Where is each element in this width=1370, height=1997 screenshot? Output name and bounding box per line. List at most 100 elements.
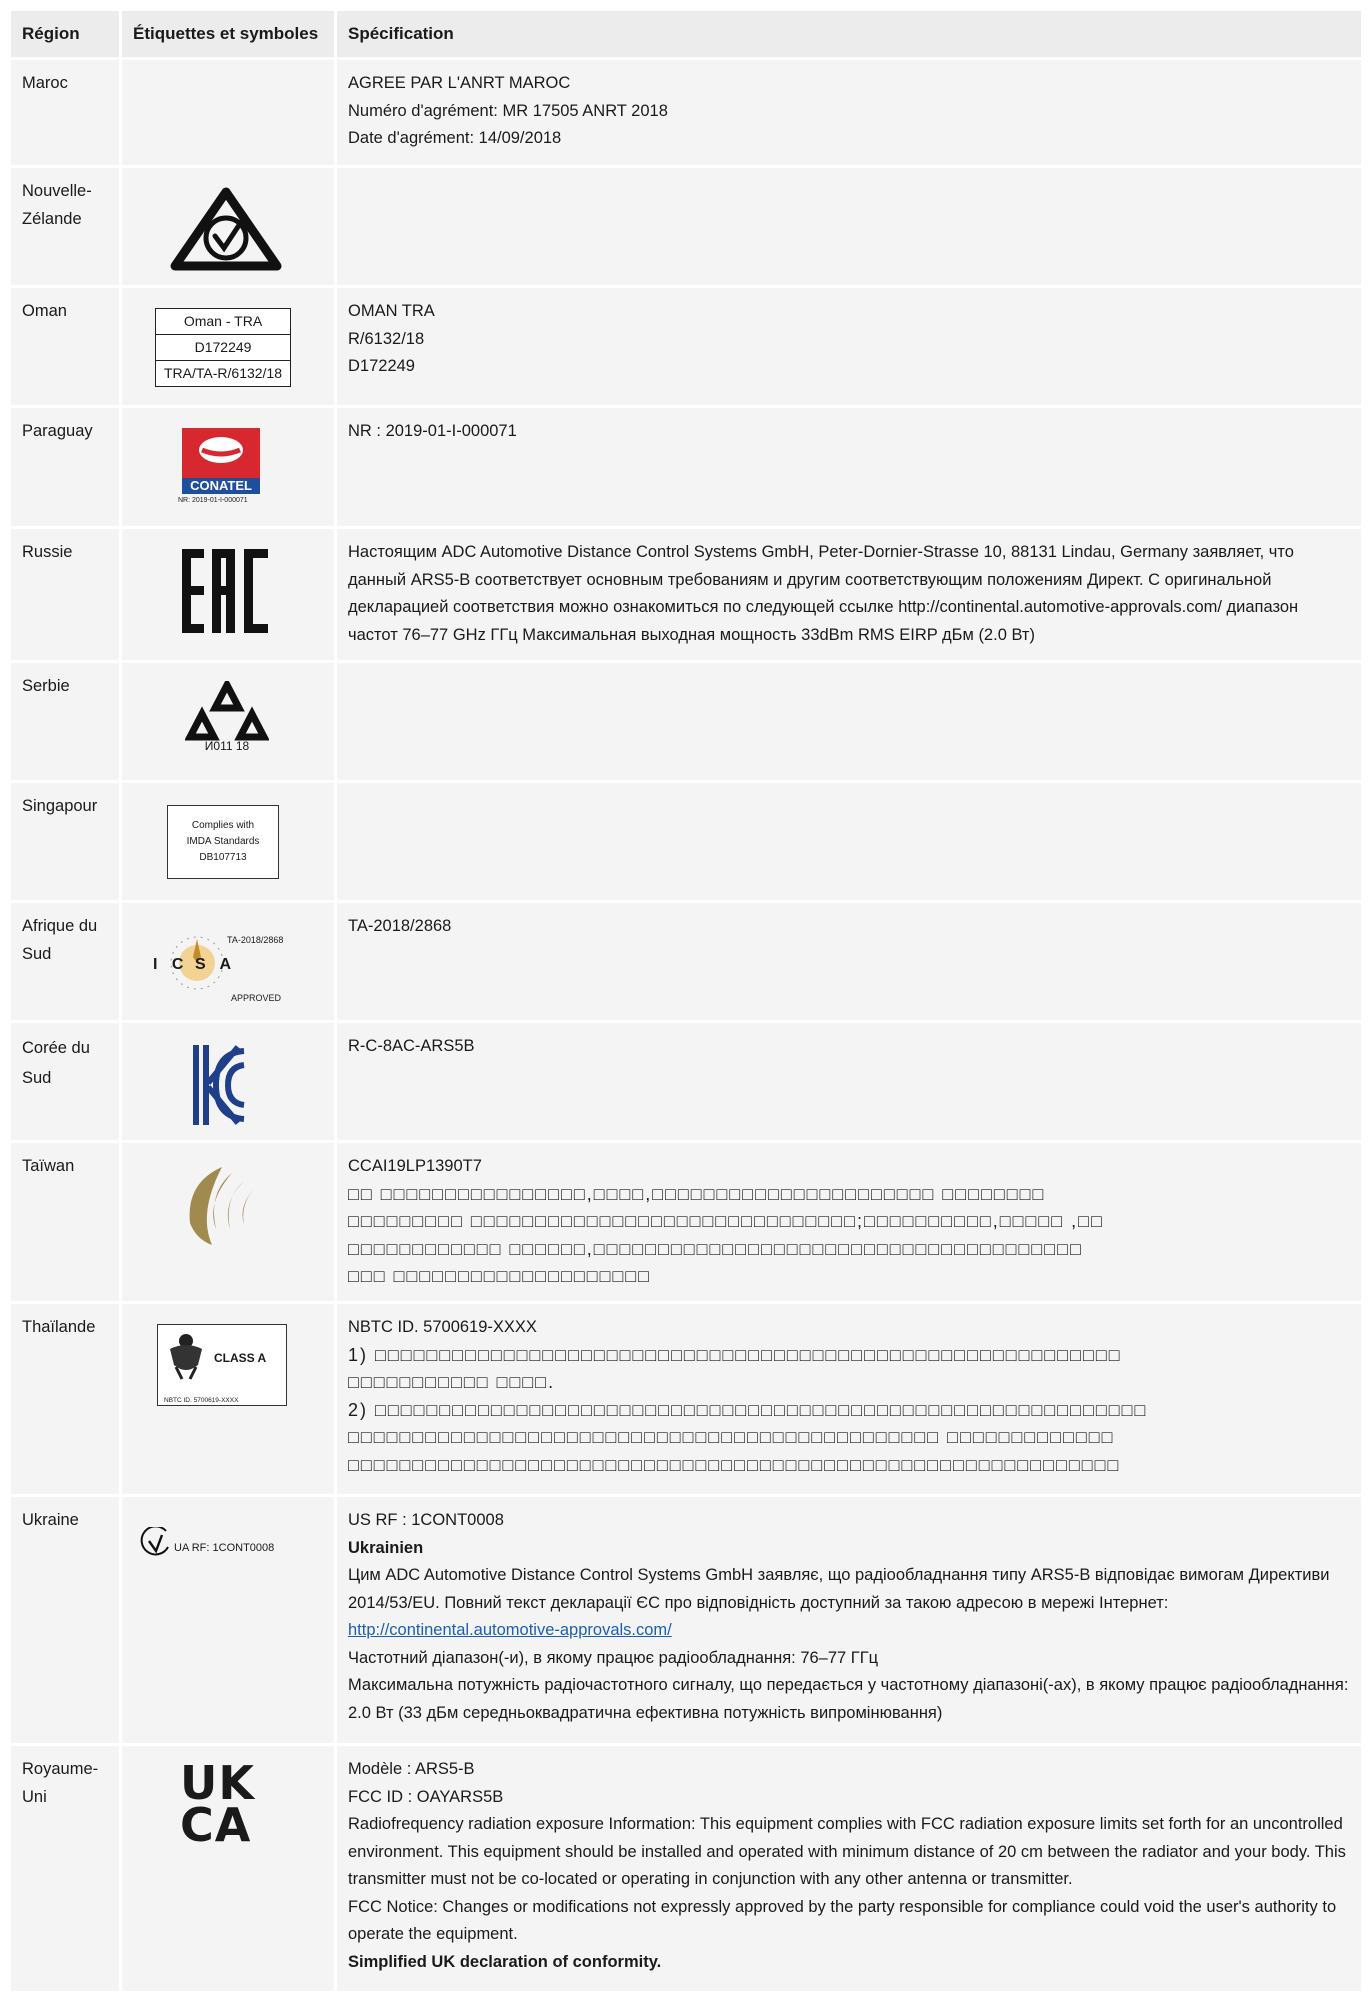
spec-glyph-line: □□□□□□□□□□□□□□□□□□□□□□□□□□□□□□□□□□□□□□□□… bbox=[348, 1427, 1115, 1447]
table-row: Corée du Sud R-C-8AC-ARS5B bbox=[11, 1023, 1361, 1140]
spec-cell: OMAN TRA R/6132/18 D172249 bbox=[337, 288, 1361, 405]
logo-cell: Complies with IMDA Standards DB107713 bbox=[122, 783, 334, 900]
table-row: Oman Oman - TRA D172249 TRA/TA-R/6132/18… bbox=[11, 288, 1361, 405]
table-row: Nouvelle-Zélande bbox=[11, 168, 1361, 285]
imda-line: Complies with bbox=[191, 820, 255, 831]
spec-line: CCAI19LP1390T7 bbox=[348, 1157, 482, 1175]
table-row: Ukraine UA RF: 1CONT0008 US RF : 1CONT00… bbox=[11, 1497, 1361, 1743]
spec-line: NR : 2019-01-I-000071 bbox=[348, 422, 517, 440]
imda-label: Complies with IMDA Standards DB107713 bbox=[167, 805, 279, 879]
kc-mark-icon bbox=[192, 1043, 248, 1137]
spec-cell bbox=[337, 783, 1361, 900]
table-row: Afrique du Sud TA-2018/2868 I C S A APPR… bbox=[11, 903, 1361, 1020]
spec-cell: US RF : 1CONT0008 Ukrainien Цим ADC Auto… bbox=[337, 1497, 1361, 1743]
region-cell: Royaume-Uni bbox=[11, 1746, 119, 1991]
table-row: Russie Настоящим ADC Automotive Distance… bbox=[11, 529, 1361, 660]
region-cell: Nouvelle-Zélande bbox=[11, 168, 119, 285]
spec-line: Numéro d'agrément: MR 17505 ANRT 2018 bbox=[348, 101, 668, 120]
region-name: Corée du Sud bbox=[22, 1039, 90, 1087]
spec-line: NBTC ID. 5700619-XXXX bbox=[348, 1318, 537, 1336]
region-cell: Afrique du Sud bbox=[11, 903, 119, 1020]
logo-cell bbox=[122, 168, 334, 285]
icasa-logo: TA-2018/2868 I C S A APPROVED bbox=[147, 923, 307, 1003]
table-row: Taïwan CCAI19LP1390T7 □□ □□□□□□□□□□□□□□□… bbox=[11, 1143, 1361, 1301]
table-row: Paraguay CONATEL NR: 2019-01-I-000071 NR… bbox=[11, 408, 1361, 526]
region-cell: Singapour bbox=[11, 783, 119, 900]
region-name: Oman bbox=[22, 302, 67, 320]
icasa-approved: APPROVED bbox=[231, 993, 282, 1003]
spec-subheading: Ukrainien bbox=[348, 1538, 424, 1557]
region-name: Ukraine bbox=[22, 1511, 79, 1529]
region-name: Afrique du Sud bbox=[22, 917, 98, 963]
region-cell: Ukraine bbox=[11, 1497, 119, 1743]
conatel-label: CONATEL bbox=[190, 478, 252, 493]
spec-paragraph: Цим ADC Automotive Distance Control Syst… bbox=[348, 1562, 1350, 1645]
spec-cell bbox=[337, 168, 1361, 285]
spec-cell bbox=[337, 663, 1361, 780]
region-cell: Maroc bbox=[11, 60, 119, 165]
serbia-code: И011 18 bbox=[204, 739, 250, 753]
spec-cell: NBTC ID. 5700619-XXXX 1) □□□□□□□□□□□□□□□… bbox=[337, 1304, 1361, 1494]
spec-line: TA-2018/2868 bbox=[348, 917, 452, 935]
region-name: Paraguay bbox=[22, 422, 93, 440]
logo-cell: И011 18 bbox=[122, 663, 334, 780]
spec-line: Modèle : ARS5-B bbox=[348, 1760, 475, 1778]
oman-label-line: D172249 bbox=[154, 334, 292, 361]
region-cell: Paraguay bbox=[11, 408, 119, 526]
spec-line: OMAN TRA bbox=[348, 302, 435, 320]
spec-glyph-line: 2) □□□□□□□□□□□□□□□□□□□□□□□□□□□□□□□□□□□□□… bbox=[348, 1399, 1148, 1420]
serbia-triangles-icon: И011 18 bbox=[184, 677, 270, 755]
ukraine-mark: UA RF: 1CONT0008 bbox=[140, 1525, 320, 1565]
ukraine-code: UA RF: 1CONT0008 bbox=[174, 1542, 275, 1554]
spec-line: FCC ID : OAYARS5B bbox=[348, 1787, 504, 1806]
spec-line: R/6132/18 bbox=[348, 329, 425, 348]
conatel-nr: NR: 2019-01-I-000071 bbox=[178, 497, 248, 504]
spec-line: US RF : 1CONT0008 bbox=[348, 1511, 504, 1529]
spec-cell: NR : 2019-01-I-000071 bbox=[337, 408, 1361, 526]
spec-cell: Настоящим ADC Automotive Distance Contro… bbox=[337, 529, 1361, 660]
conatel-logo: CONATEL NR: 2019-01-I-000071 bbox=[178, 428, 260, 504]
eac-mark-icon bbox=[182, 549, 270, 643]
oman-label-line: Oman - TRA bbox=[154, 308, 292, 335]
table-row: Serbie И011 18 bbox=[11, 663, 1361, 780]
spec-line: AGREE PAR L'ANRT MAROC bbox=[348, 74, 571, 92]
imda-line: IMDA Standards bbox=[186, 836, 260, 847]
region-name: Nouvelle-Zélande bbox=[22, 182, 92, 228]
spec-glyph-line: □□ □□□□□□□□□□□□□□□□,□□□□,□□□□□□□□□□□□□□□… bbox=[348, 1183, 1046, 1204]
oman-label-line: TRA/TA-R/6132/18 bbox=[154, 360, 292, 387]
table-row: Thaïlande CLASS A NBTC ID. 5700619-XXXX … bbox=[11, 1304, 1361, 1494]
declaration-link[interactable]: http://continental.automotive-approvals.… bbox=[348, 1621, 672, 1639]
page: Région Étiquettes et symboles Spécificat… bbox=[0, 0, 1370, 1997]
regulatory-table: Région Étiquettes et symboles Spécificat… bbox=[8, 8, 1364, 1994]
rcm-check-mark-icon bbox=[167, 186, 285, 282]
spec-cell: TA-2018/2868 bbox=[337, 903, 1361, 1020]
spec-line: Date d'agrément: 14/09/2018 bbox=[348, 129, 562, 147]
logo-cell: CONATEL NR: 2019-01-I-000071 bbox=[122, 408, 334, 526]
spec-cell: Modèle : ARS5-B FCC ID : OAYARS5B Radiof… bbox=[337, 1746, 1361, 1991]
spec-paragraph: FCC Notice: Changes or modifications not… bbox=[348, 1897, 1337, 1944]
spec-glyph-line: □□□□□□□□□ □□□□□□□□□□□□□□□□□□□□□□□□□□□□□□… bbox=[348, 1211, 1104, 1231]
region-cell: Oman bbox=[11, 288, 119, 405]
logo-cell: Oman - TRA D172249 TRA/TA-R/6132/18 bbox=[122, 288, 334, 405]
ukraine-conformity-icon bbox=[140, 1527, 169, 1556]
spec-cell: CCAI19LP1390T7 □□ □□□□□□□□□□□□□□□□,□□□□,… bbox=[337, 1143, 1361, 1301]
spec-glyph-line: □□□□□□□□□□□□□□□□□□□□□□□□□□□□□□□□□□□□□□□□… bbox=[348, 1454, 1121, 1475]
spec-glyph-line: 1) □□□□□□□□□□□□□□□□□□□□□□□□□□□□□□□□□□□□□… bbox=[348, 1344, 1122, 1365]
region-name: Thaïlande bbox=[22, 1318, 96, 1336]
spec-subheading: Simplified UK declaration of conformity. bbox=[348, 1952, 662, 1971]
region-cell: Taïwan bbox=[11, 1143, 119, 1301]
nbtc-id: NBTC ID. 5700619-XXXX bbox=[164, 1397, 239, 1404]
spec-line: R-C-8AC-ARS5B bbox=[348, 1037, 475, 1055]
region-cell: Serbie bbox=[11, 663, 119, 780]
table-row: Singapour Complies with IMDA Standards D… bbox=[11, 783, 1361, 900]
spec-paragraph: Radiofrequency radiation exposure Inform… bbox=[348, 1815, 1346, 1888]
logo-cell bbox=[122, 529, 334, 660]
spec-cell: R-C-8AC-ARS5B bbox=[337, 1023, 1361, 1140]
icasa-wordmark-left: I C bbox=[153, 956, 189, 973]
region-name: Maroc bbox=[22, 74, 68, 92]
logo-cell: UK CA bbox=[122, 1746, 334, 1991]
region-name: Serbie bbox=[22, 677, 70, 695]
header-labels: Étiquettes et symboles bbox=[122, 11, 334, 57]
table-row: Maroc AGREE PAR L'ANRT MAROC Numéro d'ag… bbox=[11, 60, 1361, 165]
spec-cell: AGREE PAR L'ANRT MAROC Numéro d'agrément… bbox=[337, 60, 1361, 165]
